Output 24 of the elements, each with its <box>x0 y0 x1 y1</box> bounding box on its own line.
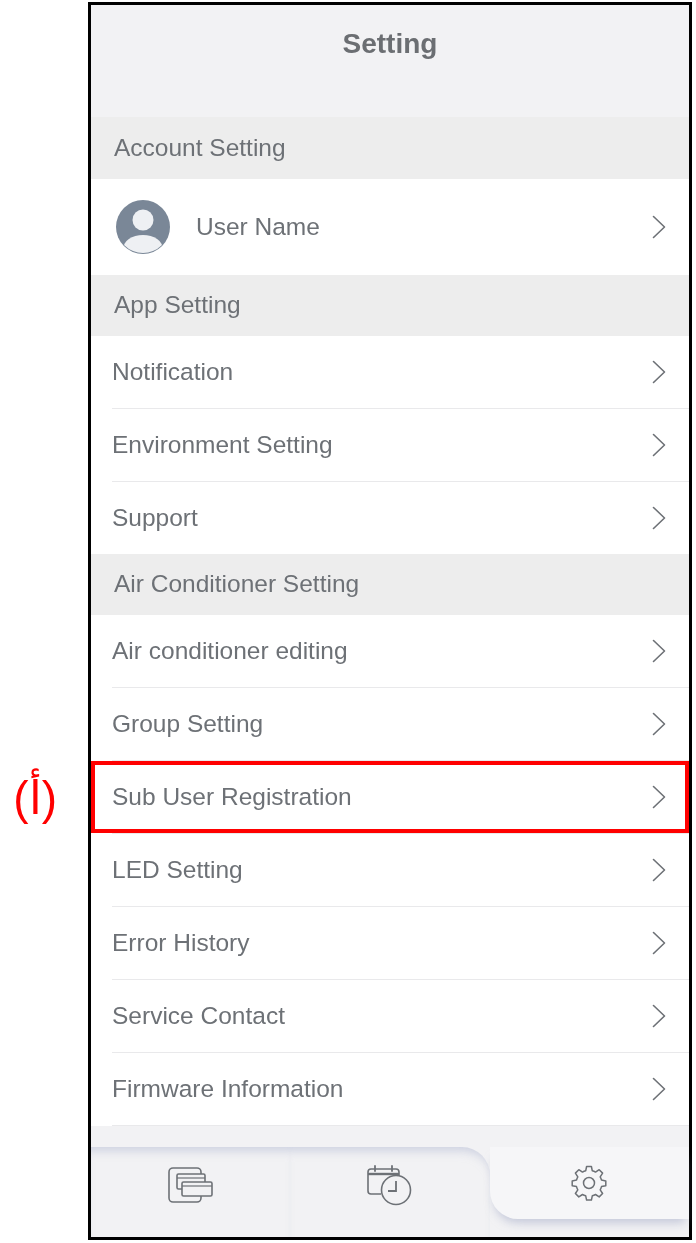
callout-label: (أ) <box>11 763 59 832</box>
calendar-clock-icon <box>367 1164 413 1206</box>
chevron-right-icon <box>652 506 666 530</box>
settings-row[interactable]: Sub User Registration <box>91 761 689 833</box>
section-title: Air Conditioner Setting <box>114 569 360 600</box>
settings-icon <box>571 1165 608 1201</box>
chevron-right-icon <box>652 1077 666 1101</box>
chevron-right-icon <box>652 360 666 384</box>
stacked-windows-icon <box>167 1167 214 1203</box>
tab[interactable] <box>290 1147 490 1237</box>
tab[interactable] <box>489 1147 689 1219</box>
chevron-right-icon <box>652 931 666 955</box>
page-title: Setting <box>342 27 438 61</box>
chevron-right-icon <box>652 1004 666 1028</box>
chevron-right-icon <box>652 433 666 457</box>
section-title: App Setting <box>114 290 241 321</box>
chevron-right-icon <box>652 639 666 663</box>
tab[interactable] <box>91 1147 291 1237</box>
chevron-right-icon <box>652 785 666 809</box>
user-avatar-icon <box>115 199 171 255</box>
chevron-right-icon <box>652 215 666 239</box>
chevron-right-icon <box>652 712 666 736</box>
chevron-right-icon <box>652 858 666 882</box>
section-title: Account Setting <box>114 132 286 163</box>
